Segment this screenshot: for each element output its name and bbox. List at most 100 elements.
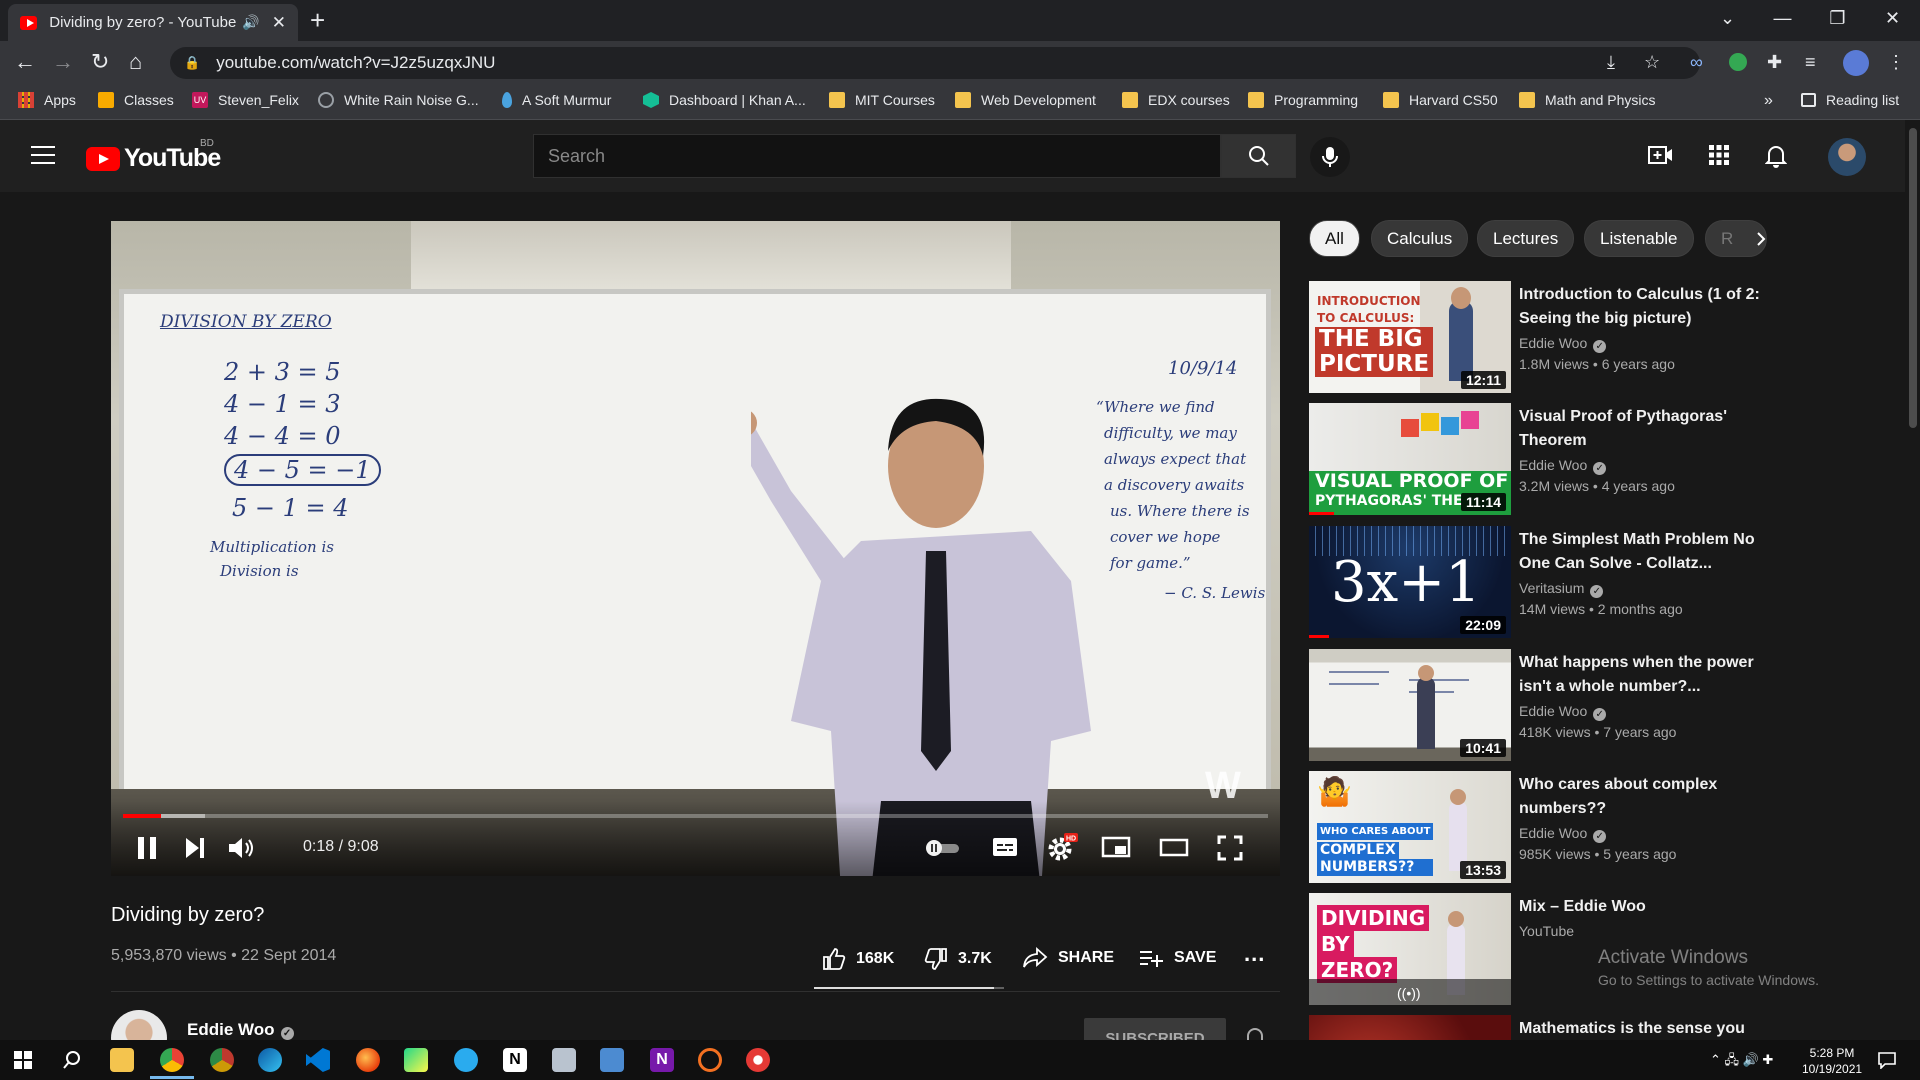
- channel-name[interactable]: Eddie Woo ✓: [187, 1020, 294, 1040]
- devices-icon[interactable]: [552, 1048, 576, 1072]
- bookmark-khan[interactable]: Dashboard | Khan A...: [643, 92, 806, 108]
- recommendation-title[interactable]: Mathematics is the sense you: [1519, 1017, 1764, 1040]
- address-bar[interactable]: 🔒 youtube.com/watch?v=J2z5uzqxJNU: [170, 47, 1700, 79]
- chip-calculus[interactable]: Calculus: [1371, 220, 1469, 257]
- pycharm-icon[interactable]: [404, 1048, 428, 1072]
- taskbar-search-icon[interactable]: [62, 1050, 82, 1070]
- bookmark-cs50[interactable]: Harvard CS50: [1383, 92, 1498, 108]
- notifications-bell-icon[interactable]: [1765, 144, 1787, 168]
- bookmark-star-icon[interactable]: ☆: [1644, 51, 1660, 73]
- extensions-puzzle-icon[interactable]: ✚: [1767, 51, 1782, 73]
- recommendation-channel[interactable]: YouTube: [1519, 923, 1574, 939]
- settings-app-icon[interactable]: [746, 1048, 770, 1072]
- profile-icon[interactable]: [1843, 50, 1869, 76]
- account-avatar[interactable]: [1828, 138, 1866, 176]
- media-control-icon[interactable]: ≡: [1805, 51, 1816, 73]
- video-thumbnail[interactable]: [1309, 1015, 1511, 1040]
- subtitles-icon[interactable]: [991, 835, 1019, 859]
- bookmark-webdev[interactable]: Web Development: [955, 92, 1096, 108]
- action-center-icon[interactable]: [1877, 1051, 1897, 1069]
- hamburger-menu-icon[interactable]: [31, 146, 55, 164]
- extension-glasses-icon[interactable]: ∞: [1690, 51, 1703, 73]
- recommendation-title[interactable]: Introduction to Calculus (1 of 2: Seeing…: [1519, 283, 1764, 331]
- recommendation-title[interactable]: Mix – Eddie Woo: [1519, 895, 1764, 919]
- recommendation-channel[interactable]: Eddie Woo ✓: [1519, 825, 1607, 843]
- chip-lectures[interactable]: Lectures: [1477, 220, 1575, 257]
- autoplay-toggle-icon[interactable]: [923, 839, 961, 857]
- recommendation-channel[interactable]: Eddie Woo ✓: [1519, 335, 1607, 353]
- recommendation-title[interactable]: What happens when the power isn't a whol…: [1519, 651, 1764, 699]
- close-window-button[interactable]: ✕: [1865, 0, 1920, 36]
- reload-icon[interactable]: ↻: [91, 50, 109, 74]
- fullscreen-icon[interactable]: [1217, 835, 1243, 861]
- tab-audio-icon[interactable]: 🔊: [242, 14, 259, 31]
- onenote-icon[interactable]: N: [650, 1048, 674, 1072]
- video-thumbnail[interactable]: DIVIDING BY ZERO? ((•)): [1309, 893, 1511, 1005]
- recommendation-channel[interactable]: Eddie Woo ✓: [1519, 457, 1607, 475]
- calculator-icon[interactable]: [600, 1048, 624, 1072]
- new-tab-button[interactable]: +: [310, 7, 325, 33]
- chip-listenable[interactable]: Listenable: [1584, 220, 1694, 257]
- forward-arrow-icon[interactable]: →: [52, 50, 74, 74]
- recommendation-channel[interactable]: Eddie Woo ✓: [1519, 703, 1607, 721]
- chrome-profile-icon[interactable]: [210, 1048, 234, 1072]
- recommendation-channel[interactable]: Veritasium ✓: [1519, 580, 1604, 598]
- recommendation-title[interactable]: Visual Proof of Pythagoras' Theorem: [1519, 405, 1764, 453]
- recommendation-item[interactable]: 🤷 WHO CARES ABOUT COMPLEX NUMBERS?? 13:5…: [1309, 771, 1819, 883]
- recommendation-item[interactable]: 10:41 What happens when the power isn't …: [1309, 649, 1819, 761]
- back-arrow-icon[interactable]: ←: [14, 50, 36, 74]
- search-input[interactable]: Search: [533, 134, 1221, 178]
- install-app-icon[interactable]: ⤓: [1607, 51, 1615, 73]
- chevron-right-icon[interactable]: [1752, 230, 1770, 248]
- bookmark-soft-murmur[interactable]: A Soft Murmur: [502, 92, 611, 108]
- share-button[interactable]: SHARE: [1022, 947, 1114, 969]
- recommendation-item[interactable]: 3x+1 22:09 The Simplest Math Problem No …: [1309, 526, 1819, 638]
- system-tray-icons[interactable]: ⌃ 🖧 🔊 ✚: [1710, 1051, 1773, 1073]
- theater-mode-icon[interactable]: [1159, 835, 1189, 859]
- video-thumbnail[interactable]: 🤷 WHO CARES ABOUT COMPLEX NUMBERS?? 13:5…: [1309, 771, 1511, 883]
- bookmark-programming[interactable]: Programming: [1248, 92, 1358, 108]
- reading-list-button[interactable]: Reading list: [1801, 92, 1899, 108]
- tab-close-icon[interactable]: ✕: [272, 13, 286, 33]
- tab-search-icon[interactable]: ⌄: [1700, 0, 1755, 36]
- home-icon[interactable]: ⌂: [129, 50, 142, 74]
- pause-icon[interactable]: [135, 835, 159, 861]
- telegram-icon[interactable]: [454, 1048, 478, 1072]
- extension-green-icon[interactable]: [1729, 53, 1747, 71]
- scrollbar-thumb[interactable]: [1909, 128, 1917, 428]
- bookmark-steven-felix[interactable]: UV Steven_Felix: [192, 92, 299, 108]
- recommendation-item[interactable]: VISUAL PROOF OF PYTHAGORAS' THE 11:14 Vi…: [1309, 403, 1819, 515]
- progress-bar[interactable]: [123, 814, 1268, 818]
- recommendation-item[interactable]: INTRODUCTION TO CALCULUS: THE BIG PICTUR…: [1309, 281, 1819, 393]
- settings-gear-icon[interactable]: HD: [1046, 831, 1080, 863]
- more-actions-button[interactable]: ...: [1244, 941, 1265, 967]
- bookmark-mit[interactable]: MIT Courses: [829, 92, 935, 108]
- minimize-button[interactable]: —: [1755, 0, 1810, 36]
- like-button[interactable]: 168K: [822, 947, 894, 971]
- chrome-icon[interactable]: [160, 1048, 184, 1072]
- bookmark-apps[interactable]: Apps: [18, 92, 76, 108]
- taskbar-clock[interactable]: 5:28 PM 10/19/2021: [1802, 1045, 1862, 1077]
- browser-menu-icon[interactable]: ⋮: [1887, 51, 1905, 73]
- video-thumbnail[interactable]: INTRODUCTION TO CALCULUS: THE BIG PICTUR…: [1309, 281, 1511, 393]
- jupyter-icon[interactable]: [698, 1048, 722, 1072]
- notion-icon[interactable]: N: [503, 1048, 527, 1072]
- apps-icon[interactable]: [1708, 144, 1730, 166]
- voice-search-button[interactable]: [1310, 137, 1350, 177]
- file-explorer-icon[interactable]: [110, 1048, 134, 1072]
- vscode-icon[interactable]: [306, 1048, 330, 1072]
- next-video-icon[interactable]: [183, 835, 207, 861]
- video-thumbnail[interactable]: VISUAL PROOF OF PYTHAGORAS' THE 11:14: [1309, 403, 1511, 515]
- bookmark-math-physics[interactable]: Math and Physics: [1519, 92, 1656, 108]
- windows-start-icon[interactable]: [14, 1051, 32, 1069]
- recommendation-title[interactable]: The Simplest Math Problem No One Can Sol…: [1519, 528, 1764, 576]
- recommendation-title[interactable]: Who cares about complex numbers??: [1519, 773, 1764, 821]
- bookmark-white-rain[interactable]: White Rain Noise G...: [318, 92, 479, 108]
- lock-icon[interactable]: 🔒: [184, 55, 200, 71]
- save-button[interactable]: SAVE: [1138, 947, 1216, 969]
- video-thumbnail[interactable]: 3x+1 22:09: [1309, 526, 1511, 638]
- search-button[interactable]: [1221, 134, 1296, 178]
- chip-all[interactable]: All: [1309, 220, 1360, 257]
- bookmarks-overflow-button[interactable]: »: [1764, 92, 1773, 110]
- page-scrollbar[interactable]: [1905, 120, 1920, 1040]
